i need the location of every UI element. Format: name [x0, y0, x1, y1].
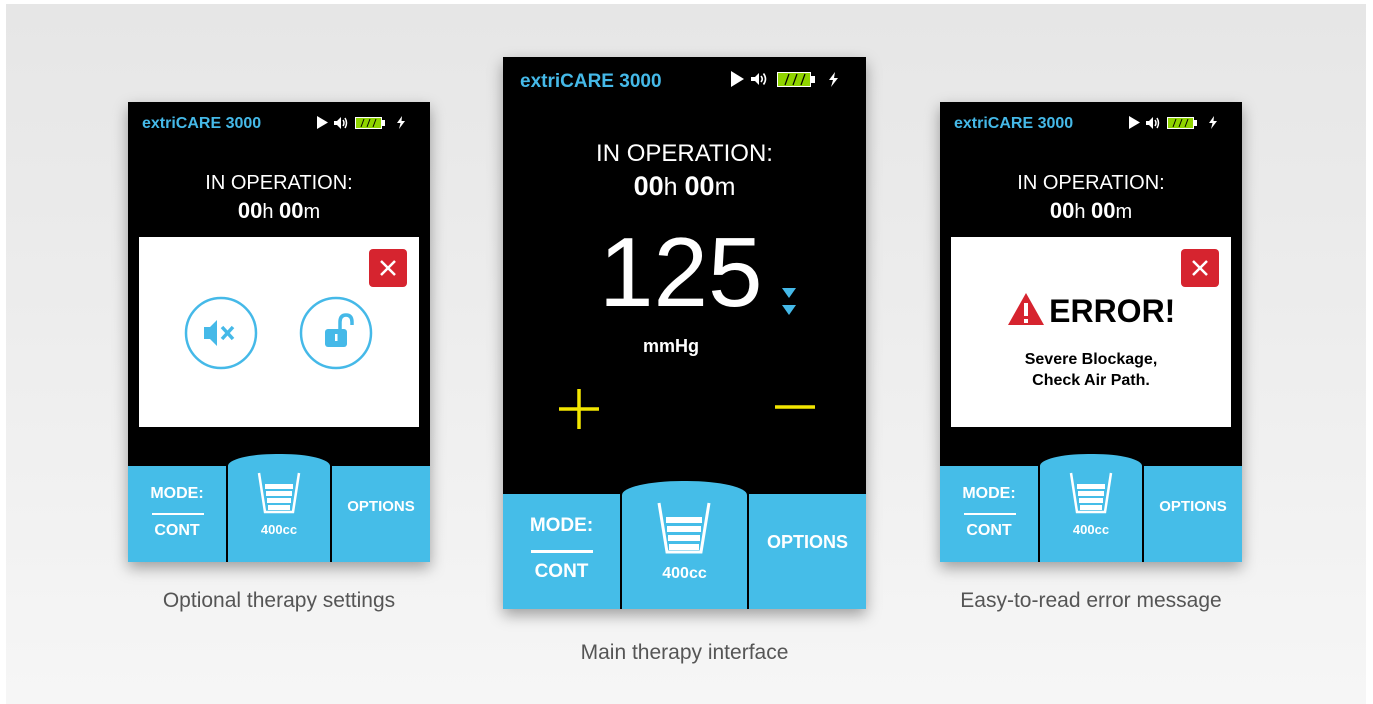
error-title: ERROR!: [1049, 293, 1176, 329]
caption-main: Main therapy interface: [580, 641, 789, 664]
error-line-1: Severe Blockage,: [1024, 351, 1158, 368]
plus-icon: [559, 389, 599, 429]
device-error: extriCARE 3000 IN OPERATION: 00h 00m ERR…: [940, 102, 1242, 562]
mute-icon: [184, 296, 258, 370]
minutes-value: 00: [1091, 198, 1116, 223]
hours-unit: h: [1074, 201, 1086, 223]
mode-divider: [152, 513, 204, 515]
caption-settings: Optional therapy settings: [162, 589, 396, 612]
mute-button[interactable]: [184, 296, 258, 370]
warning-icon: [1007, 292, 1045, 331]
error-line-2: Check Air Path.: [1032, 372, 1150, 389]
operation-label: IN OPERATION:: [205, 172, 353, 194]
charging-icon: [397, 116, 405, 129]
brand-title: extriCARE 3000: [142, 115, 262, 132]
mode-button[interactable]: MODE: CONT: [940, 466, 1038, 562]
speaker-icon: [334, 116, 348, 129]
canister-button[interactable]: 400cc: [1038, 452, 1144, 562]
brand-title: extriCARE 3000: [954, 115, 1074, 132]
device-settings: extriCARE 3000 IN OPERATION: 00h 00m MOD…: [128, 102, 430, 562]
close-icon: [1192, 260, 1208, 276]
canister-button[interactable]: 400cc: [226, 452, 332, 562]
decrease-button[interactable]: [773, 387, 817, 431]
minutes-value: 00: [279, 198, 304, 223]
operation-label: IN OPERATION:: [596, 140, 773, 167]
mode-value: CONT: [966, 522, 1012, 539]
mode-button[interactable]: MODE: CONT: [503, 494, 620, 609]
options-button[interactable]: OPTIONS: [1144, 466, 1242, 562]
close-icon: [380, 260, 396, 276]
canister-icon: [257, 472, 301, 514]
operation-time: 00h 00m: [503, 171, 866, 202]
mode-label: MODE:: [150, 485, 204, 502]
error-heading: ERROR!: [951, 292, 1231, 331]
options-button[interactable]: OPTIONS: [332, 466, 430, 562]
pressure-value: 125: [599, 217, 763, 327]
brand-title: extriCARE 3000: [520, 71, 662, 92]
unlock-button[interactable]: [299, 296, 373, 370]
hours-value: 00: [237, 198, 263, 223]
options-label: OPTIONS: [347, 498, 415, 515]
mode-value: CONT: [534, 561, 589, 582]
battery-icon: [355, 116, 385, 129]
mode-label: MODE:: [962, 485, 1016, 502]
play-icon: [1128, 116, 1140, 129]
close-button[interactable]: [1181, 249, 1219, 287]
canister-icon: [1069, 472, 1113, 514]
minus-icon: [775, 405, 815, 409]
canister-button[interactable]: 400cc: [620, 479, 749, 609]
device-main: extriCARE 3000 IN OPERATION: 00h 00m 125…: [503, 57, 866, 609]
status-bar: [1128, 116, 1217, 129]
increase-button[interactable]: [557, 387, 601, 431]
options-label: OPTIONS: [1159, 498, 1227, 515]
options-label: OPTIONS: [766, 532, 848, 552]
mode-divider: [964, 513, 1016, 515]
settings-popup: [139, 237, 419, 427]
error-popup: ERROR! Severe Blockage, Check Air Path.: [951, 237, 1231, 427]
close-button[interactable]: [369, 249, 407, 287]
battery-icon: [1167, 116, 1197, 129]
play-icon: [316, 116, 328, 129]
hours-value: 00: [1049, 198, 1075, 223]
mode-divider: [531, 550, 593, 553]
hours-value: 00: [633, 171, 664, 201]
operation-time: 00h 00m: [940, 198, 1242, 224]
mode-value: CONT: [154, 522, 200, 539]
mode-button[interactable]: MODE: CONT: [128, 466, 226, 562]
pressure-unit: mmHg: [643, 336, 700, 356]
options-button[interactable]: OPTIONS: [749, 494, 866, 609]
status-bar: [730, 71, 838, 87]
hours-unit: h: [262, 201, 274, 223]
minutes-value: 00: [684, 171, 715, 201]
battery-icon: [777, 71, 815, 87]
pressure-down-icon: [782, 288, 796, 323]
canister-icon: [657, 502, 711, 554]
speaker-icon: [751, 72, 768, 86]
canister-volume: 400cc: [662, 565, 707, 582]
minutes-unit: m: [1115, 201, 1133, 223]
hours-unit: h: [663, 173, 678, 201]
canister-volume: 400cc: [260, 522, 298, 537]
operation-time: 00h 00m: [128, 198, 430, 224]
canister-volume: 400cc: [1072, 522, 1110, 537]
mode-label: MODE:: [529, 515, 594, 536]
charging-icon: [829, 71, 838, 87]
minutes-unit: m: [714, 173, 736, 201]
caption-error: Easy-to-read error message: [960, 589, 1222, 612]
speaker-icon: [1146, 116, 1160, 129]
status-bar: [316, 116, 405, 129]
charging-icon: [1209, 116, 1217, 129]
operation-label: IN OPERATION:: [1017, 172, 1165, 194]
play-icon: [730, 71, 744, 87]
unlock-icon: [299, 296, 373, 370]
minutes-unit: m: [303, 201, 321, 223]
